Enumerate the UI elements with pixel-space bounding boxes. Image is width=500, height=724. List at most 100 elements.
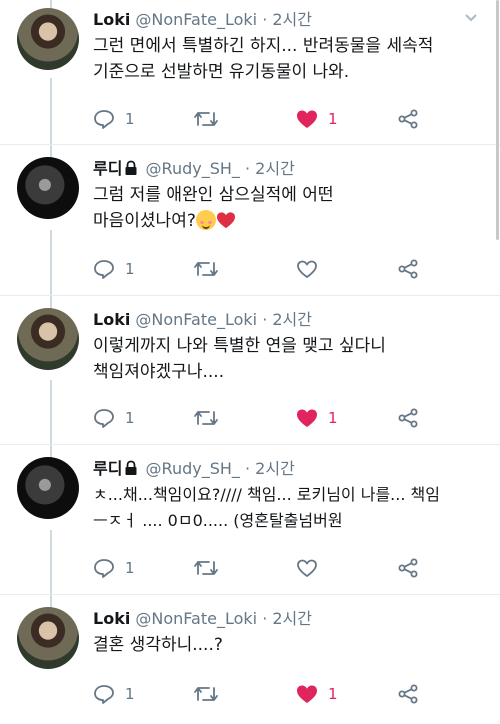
- reply-count: 1: [125, 110, 135, 128]
- avatar[interactable]: [17, 308, 79, 370]
- share-button[interactable]: [398, 557, 418, 579]
- tweet-text: 그럼 저를 애완인 삼으실적에 어떤 마음이셨나여?: [93, 182, 488, 234]
- user-handle[interactable]: @Rudy_SH_: [146, 459, 240, 478]
- retweet-button[interactable]: [193, 683, 229, 705]
- reply-button[interactable]: 1: [93, 683, 135, 705]
- action-bar: 1 1: [93, 407, 423, 429]
- reply-count: 1: [125, 559, 135, 577]
- tweet-text-fragment: 마음이셨나여?: [93, 211, 196, 231]
- share-button[interactable]: [398, 258, 418, 280]
- tweet-header: 루디 @Rudy_SH_ · 2시간: [93, 455, 295, 479]
- share-icon: [398, 558, 418, 578]
- like-count: 1: [328, 110, 338, 128]
- reply-count: 1: [125, 685, 135, 703]
- like-button[interactable]: 1: [296, 683, 338, 705]
- timestamp[interactable]: · 2시간: [262, 310, 312, 329]
- reply-count: 1: [125, 260, 135, 278]
- tweet-text: 그런 면에서 특별하긴 하지... 반려동물을 세속적 기준으로 선발하면 유기…: [93, 33, 488, 85]
- user-handle[interactable]: @NonFate_Loki: [135, 310, 257, 329]
- chevron-down-icon[interactable]: [464, 12, 478, 22]
- tweet[interactable]: 루디 @Rudy_SH_ · 2시간 ㅊ...채...책임이요?//// 책임.…: [0, 445, 500, 595]
- reply-icon: [94, 685, 114, 704]
- tweet-header: 루디 @Rudy_SH_ · 2시간: [93, 155, 295, 179]
- smiling-face-emoji-icon: [195, 210, 216, 230]
- tweet[interactable]: Loki @NonFate_Loki · 2시간 이렇게까지 나와 특별한 연을…: [0, 296, 500, 445]
- tweet-text: 결혼 생각하니....?: [93, 632, 488, 658]
- retweet-icon: [194, 262, 218, 276]
- reply-icon: [94, 260, 114, 279]
- reply-icon: [94, 409, 114, 428]
- share-icon: [398, 109, 418, 129]
- reply-icon: [94, 559, 114, 578]
- avatar[interactable]: [17, 607, 79, 669]
- retweet-button[interactable]: [193, 407, 229, 429]
- tweet-text: ㅊ...채...책임이요?//// 책임... 로키님이 나를... 책임 ㅡㅈ…: [93, 482, 488, 534]
- action-bar: 1 1: [93, 683, 423, 705]
- display-name[interactable]: 루디: [93, 159, 122, 178]
- retweet-icon: [194, 112, 218, 126]
- scrollbar[interactable]: [496, 0, 500, 724]
- tweet-text-line: 결혼 생각하니....?: [93, 635, 223, 655]
- tweet-text-line: ㅡㅈㅓ .... 0ㅁ0..... (영혼탈출넘버원: [93, 511, 343, 530]
- share-icon: [398, 259, 418, 279]
- user-handle[interactable]: @Rudy_SH_: [146, 159, 240, 178]
- scrollbar-thumb[interactable]: [496, 0, 499, 240]
- heart-filled-icon: [297, 685, 317, 703]
- like-button[interactable]: 1: [296, 108, 338, 130]
- display-name[interactable]: Loki: [93, 310, 130, 329]
- lock-icon: [125, 160, 137, 175]
- tweet-text-line: 이렇게까지 나와 특별한 연을 맺고 싶다니: [93, 336, 386, 356]
- user-handle[interactable]: @NonFate_Loki: [135, 10, 257, 29]
- display-name[interactable]: Loki: [93, 10, 130, 29]
- tweet[interactable]: Loki @NonFate_Loki · 2시간 결혼 생각하니....? 1 …: [0, 595, 500, 724]
- like-count: 1: [328, 409, 338, 427]
- reply-icon: [94, 110, 114, 129]
- avatar[interactable]: [17, 457, 79, 519]
- tweet[interactable]: 루디 @Rudy_SH_ · 2시간 그럼 저를 애완인 삼으실적에 어떤 마음…: [0, 145, 500, 296]
- tweet-text: 이렇게까지 나와 특별한 연을 맺고 싶다니 책임져야겠구나....: [93, 333, 488, 385]
- like-button[interactable]: 1: [296, 407, 338, 429]
- retweet-button[interactable]: [193, 557, 229, 579]
- timestamp[interactable]: · 2시간: [245, 459, 295, 478]
- lock-icon: [125, 460, 137, 475]
- tweet-text-line: ㅊ...채...책임이요?//// 책임... 로키님이 나를... 책임: [93, 485, 440, 504]
- retweet-button[interactable]: [193, 258, 229, 280]
- timestamp[interactable]: · 2시간: [245, 159, 295, 178]
- action-bar: 1: [93, 557, 423, 579]
- tweet-header: Loki @NonFate_Loki · 2시간: [93, 306, 312, 330]
- avatar[interactable]: [17, 157, 79, 219]
- tweet-text-line: 기준으로 선발하면 유기동물이 나와.: [93, 62, 350, 82]
- like-count: 1: [328, 685, 338, 703]
- share-icon: [398, 408, 418, 428]
- retweet-icon: [194, 411, 218, 425]
- reply-button[interactable]: 1: [93, 108, 135, 130]
- heart-outline-icon: [297, 559, 317, 577]
- avatar[interactable]: [17, 8, 79, 70]
- heart-outline-icon: [297, 260, 317, 278]
- display-name[interactable]: 루디: [93, 459, 122, 478]
- action-bar: 1: [93, 258, 423, 280]
- share-icon: [398, 684, 418, 704]
- reply-button[interactable]: 1: [93, 407, 135, 429]
- retweet-icon: [194, 687, 218, 701]
- share-button[interactable]: [398, 108, 418, 130]
- user-handle[interactable]: @NonFate_Loki: [135, 609, 257, 628]
- action-bar: 1 1: [93, 108, 423, 130]
- reply-button[interactable]: 1: [93, 557, 135, 579]
- like-button[interactable]: [296, 557, 328, 579]
- like-button[interactable]: [296, 258, 328, 280]
- reply-button[interactable]: 1: [93, 258, 135, 280]
- heart-filled-icon: [297, 409, 317, 427]
- tweet-text-line: 그런 면에서 특별하긴 하지... 반려동물을 세속적: [93, 36, 434, 56]
- display-name[interactable]: Loki: [93, 609, 130, 628]
- timestamp[interactable]: · 2시간: [262, 609, 312, 628]
- tweet[interactable]: Loki @NonFate_Loki · 2시간 그런 면에서 특별하긴 하지.…: [0, 0, 500, 145]
- tweet-text-line: 마음이셨나여?: [93, 208, 488, 234]
- tweet-text-line: 책임져야겠구나....: [93, 362, 225, 382]
- share-button[interactable]: [398, 683, 418, 705]
- share-button[interactable]: [398, 407, 418, 429]
- retweet-button[interactable]: [193, 108, 229, 130]
- timestamp[interactable]: · 2시간: [262, 10, 312, 29]
- tweet-header: Loki @NonFate_Loki · 2시간: [93, 6, 312, 30]
- tweet-header: Loki @NonFate_Loki · 2시간: [93, 605, 312, 629]
